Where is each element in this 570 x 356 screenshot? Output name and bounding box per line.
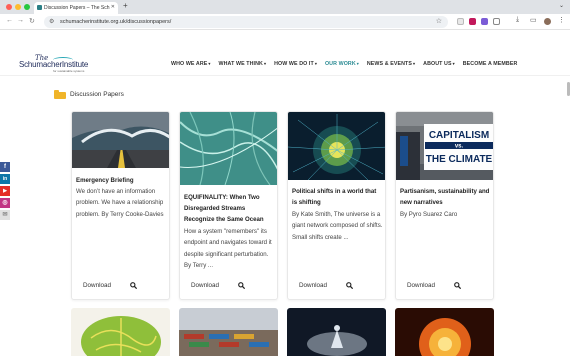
download-icon[interactable]: ⤓ [516, 16, 519, 24]
linkedin-icon[interactable]: in [0, 174, 10, 184]
extension-icon[interactable] [469, 18, 476, 25]
site-header: The SchumacherInstitute for sustainable … [0, 30, 570, 76]
card-image-container-port[interactable] [179, 308, 278, 356]
download-link[interactable]: Download [407, 282, 435, 289]
search-icon[interactable] [130, 282, 137, 289]
search-icon[interactable] [238, 282, 245, 289]
card-image-river-delta[interactable] [180, 112, 278, 185]
card-image-protest-sign[interactable]: CAPITALISM vs. THE CLIMATE [396, 112, 494, 180]
close-window-button[interactable] [6, 4, 12, 10]
chevron-down-icon: ▾ [314, 61, 317, 66]
chevron-down-icon: ▾ [356, 61, 359, 66]
chevron-down-icon: ▾ [413, 61, 416, 66]
instagram-icon[interactable]: ◎ [0, 198, 10, 208]
web-page: The SchumacherInstitute for sustainable … [0, 30, 570, 356]
extensions-puzzle-icon[interactable] [493, 18, 500, 25]
youtube-icon[interactable]: ▶ [0, 186, 10, 196]
download-link[interactable]: Download [191, 282, 219, 289]
facebook-icon[interactable]: f [0, 162, 10, 172]
card-description: By Kate Smith, The universe is a giant n… [292, 211, 383, 241]
nav-what-we-think[interactable]: WHAT WE THINK▾ [219, 61, 267, 69]
breadcrumb-label: Discussion Papers [70, 91, 124, 98]
back-button[interactable]: ← [6, 17, 13, 24]
card-image-fire-globe[interactable] [395, 308, 494, 356]
close-tab-icon[interactable]: ✕ [111, 4, 115, 10]
sign-line-3: THE CLIMATE [426, 154, 493, 165]
card-image-meditation[interactable] [287, 308, 386, 356]
card-description: How a system "remembers" its endpoint an… [184, 228, 272, 270]
card-image-network-globe[interactable] [288, 112, 386, 180]
maximize-window-button[interactable] [24, 4, 30, 10]
nav-become-a-member[interactable]: BECOME A MEMBER [463, 61, 518, 69]
card-title[interactable]: Partisanism, sustainability and new narr… [400, 186, 491, 208]
extension-icon[interactable] [481, 18, 488, 25]
site-favicon-icon [37, 5, 42, 10]
site-info-icon[interactable]: ⚙ [49, 18, 54, 25]
tab-title: Discussion Papers – The Sch [44, 5, 110, 11]
main-navigation: WHO WE ARE▾ WHAT WE THINK▾ HOW WE DO IT▾… [171, 61, 525, 69]
browser-menu-icon[interactable]: ⋮ [558, 16, 565, 24]
browser-tab-bar: Discussion Papers – The Sch ✕ + ⌄ [0, 0, 570, 14]
sign-line-2: vs. [455, 144, 464, 150]
card-description: We don’t have an information problem. We… [76, 188, 164, 218]
nav-our-work[interactable]: OUR WORK▾ [325, 61, 359, 69]
address-bar[interactable]: ⚙ schumacherinstitute.org.uk/discussionp… [44, 16, 448, 28]
minimize-window-button[interactable] [15, 4, 21, 10]
chevron-down-icon: ▾ [452, 61, 455, 66]
paper-card: Political shifts in a world that is shif… [287, 111, 386, 300]
card-title[interactable]: Political shifts in a world that is shif… [292, 186, 383, 208]
reload-button[interactable]: ↻ [29, 17, 35, 25]
folder-icon [54, 90, 66, 99]
profile-avatar[interactable] [544, 18, 551, 25]
paper-card: EQUIFINALITY: When Two Disregarded Strea… [179, 111, 278, 300]
card-description: By Pyro Suarez Caro [400, 211, 458, 218]
card-title[interactable]: EQUIFINALITY: When Two Disregarded Strea… [184, 192, 275, 225]
logo-text-name: SchumacherInstitute [19, 60, 89, 69]
chevron-down-icon: ▾ [263, 61, 267, 66]
nav-who-we-are[interactable]: WHO WE ARE▾ [171, 61, 211, 69]
browser-tab[interactable]: Discussion Papers – The Sch ✕ [34, 2, 118, 14]
new-tab-button[interactable]: + [123, 1, 128, 10]
card-image-brain-map[interactable] [71, 308, 170, 356]
nav-news-events[interactable]: NEWS & EVENTS▾ [367, 61, 415, 69]
paper-card: Emergency Briefing We don’t have an info… [71, 111, 170, 300]
card-title[interactable]: Emergency Briefing [76, 176, 167, 186]
social-share-bar: f in ▶ ◎ ✉ [0, 162, 10, 222]
sign-line-1: CAPITALISM [429, 130, 489, 141]
email-icon[interactable]: ✉ [0, 210, 10, 220]
forward-button[interactable]: → [17, 17, 24, 24]
extension-icon[interactable] [457, 18, 464, 25]
url-text: schumacherinstitute.org.uk/discussionpap… [60, 19, 172, 25]
bookmark-star-icon[interactable]: ☆ [436, 17, 442, 25]
download-link[interactable]: Download [83, 282, 111, 289]
sidebar-icon[interactable]: ▭ [530, 16, 537, 24]
search-icon[interactable] [454, 282, 461, 289]
nav-about-us[interactable]: ABOUT US▾ [423, 61, 455, 69]
download-link[interactable]: Download [299, 282, 327, 289]
tab-list-chevron-icon[interactable]: ⌄ [559, 2, 564, 9]
breadcrumb: Discussion Papers [54, 90, 124, 99]
site-logo[interactable]: The SchumacherInstitute for sustainable … [19, 54, 89, 73]
logo-tagline: for sustainable systems [53, 69, 85, 73]
browser-toolbar: ← → ↻ ⚙ schumacherinstitute.org.uk/discu… [0, 14, 570, 30]
search-icon[interactable] [346, 282, 353, 289]
chevron-down-icon: ▾ [208, 61, 211, 66]
card-image-wave-road[interactable] [72, 112, 170, 168]
paper-card: CAPITALISM vs. THE CLIMATE Partisanism, … [395, 111, 494, 300]
nav-how-we-do-it[interactable]: HOW WE DO IT▾ [274, 61, 317, 69]
